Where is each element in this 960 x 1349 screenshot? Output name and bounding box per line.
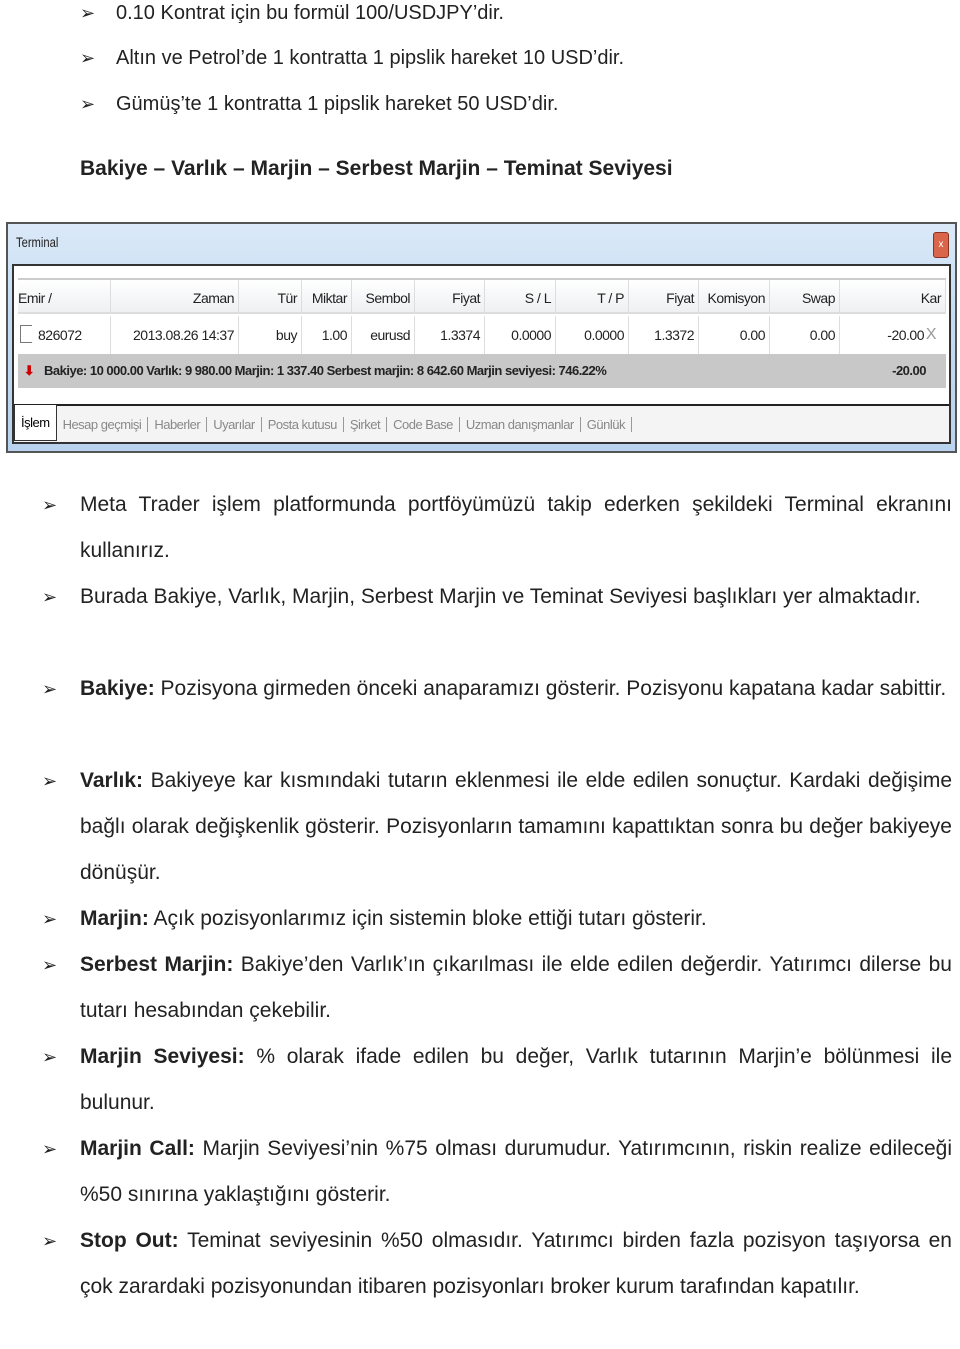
bullet-body: Pozisyona girmeden önceki anaparamızı gö… xyxy=(154,677,947,700)
summary-row: ⬇ Bakiye: 10 000.00 Varlık: 9 980.00 Mar… xyxy=(18,354,946,388)
column-header[interactable]: Kar xyxy=(840,280,946,312)
list-item: ➢ Stop Out: Teminat seviyesinin %50 olmas… xyxy=(42,1218,952,1310)
arrow-bullet-icon: ➢ xyxy=(42,955,58,975)
list-item: ➢ Varlık: Bakiyeye kar kısmındaki tutarın… xyxy=(42,758,952,896)
table-cell: 0.00 xyxy=(699,316,770,354)
arrow-bullet-icon: ➢ xyxy=(42,771,58,791)
bullet-term: Stop Out: xyxy=(80,1229,179,1252)
bullet-text: Meta Trader işlem platformunda portföyüm… xyxy=(80,482,952,574)
bullet-term: Marjin Seviyesi: xyxy=(80,1045,245,1068)
bullet-term: Marjin: xyxy=(80,907,149,930)
column-header[interactable]: Zaman xyxy=(111,280,239,312)
tab-0[interactable]: İşlem xyxy=(14,405,57,441)
list-item: ➢ Marjin Seviyesi: % olarak ifade edilen … xyxy=(42,1034,952,1126)
table-cell: 1.3374 xyxy=(415,316,485,354)
tab-4[interactable]: Posta kutusu xyxy=(262,416,344,432)
window-title: Terminal xyxy=(16,234,59,250)
tab-2[interactable]: Haberler xyxy=(148,416,208,432)
bullet-text: Bakiye: Pozisyona girmeden önceki anapar… xyxy=(80,666,952,712)
terminal-window: Terminal x Emir / Zaman Tür Miktar Sembol Fiy… xyxy=(6,222,957,453)
bullet-text: Varlık: Bakiyeye kar kısmındaki tutarın … xyxy=(80,758,952,896)
bullet-text: Gümüş’te 1 kontratta 1 pipslik hareket 5… xyxy=(116,92,559,115)
list-item: ➢ Altın ve Petrol’de 1 kontratta 1 pipsli… xyxy=(80,45,624,71)
tab-6[interactable]: Code Base xyxy=(387,416,460,432)
bullet-body: Burada Bakiye, Varlık, Marjin, Serbest M… xyxy=(80,585,921,608)
column-header[interactable]: Emir / xyxy=(18,280,111,312)
bullet-body: Marjin Seviyesi’nin %75 olması durumudur… xyxy=(80,1137,953,1206)
list-item: ➢ Meta Trader işlem platformunda portföyü… xyxy=(42,482,952,574)
bullet-body: Meta Trader işlem platformunda portföyüm… xyxy=(80,493,952,562)
arrow-bullet-icon: ➢ xyxy=(42,1231,58,1251)
table-header: Emir / Zaman Tür Miktar Sembol Fiyat S / LT / … xyxy=(18,278,946,314)
table-cell: 1.00 xyxy=(302,316,352,354)
table-cell: eurusd xyxy=(352,316,415,354)
bullet-text: Marjin: Açık pozisyonlarımız için sistem… xyxy=(80,896,952,942)
column-header[interactable]: Fiyat xyxy=(415,280,485,312)
account-summary: Bakiye: 10 000.00 Varlık: 9 980.00 Marji… xyxy=(44,363,607,378)
arrow-bullet-icon: ➢ xyxy=(42,495,58,515)
bullet-text: 0.10 Kontrat için bu formül 100/USDJPY’d… xyxy=(116,1,504,24)
column-header[interactable]: S / L xyxy=(485,280,556,312)
bullet-text: Stop Out: Teminat seviyesinin %50 olması… xyxy=(80,1218,952,1310)
table-row[interactable]: 826072 2013.08.26 14:37 buy 1.00 eurusd 1.337… xyxy=(18,316,946,354)
table-cell: 1.3372 xyxy=(629,316,699,354)
close-order-icon[interactable]: X xyxy=(926,316,940,354)
column-header[interactable]: T / P xyxy=(556,280,629,312)
close-button[interactable]: x xyxy=(933,232,949,258)
bullet-body: Bakiyeye kar kısmındaki tutarın eklenmes… xyxy=(80,769,952,884)
arrow-bullet-icon: ➢ xyxy=(42,679,58,699)
bullet-term: Serbest Marjin: xyxy=(80,953,234,976)
list-item: ➢ Marjin Call: Marjin Seviyesi’nin %75 ol… xyxy=(42,1126,952,1218)
bullet-text: Marjin Call: Marjin Seviyesi’nin %75 olm… xyxy=(80,1126,952,1218)
list-item: ➢ Gümüş’te 1 kontratta 1 pipslik hareket … xyxy=(80,91,558,117)
list-item: ➢ Marjin: Açık pozisyonlarımız için siste… xyxy=(42,896,952,942)
section-heading: Bakiye – Varlık – Marjin – Serbest Marji… xyxy=(80,157,673,180)
column-header[interactable]: Fiyat xyxy=(629,280,699,312)
arrow-bullet-icon: ➢ xyxy=(80,47,96,68)
arrow-bullet-icon: ➢ xyxy=(42,909,58,929)
bullet-term: Marjin Call: xyxy=(80,1137,195,1160)
tab-1[interactable]: Hesap geçmişi xyxy=(57,416,149,432)
bullet-text: Marjin Seviyesi: % olarak ifade edilen b… xyxy=(80,1034,952,1126)
table-cell: 0.0000 xyxy=(556,316,629,354)
table-cell: 0.0000 xyxy=(485,316,556,354)
summary-profit: -20.00 xyxy=(892,363,926,378)
terminal-panel: Emir / Zaman Tür Miktar Sembol Fiyat S / LT / … xyxy=(12,264,951,444)
table-cell: buy xyxy=(239,316,302,354)
arrow-bullet-icon: ➢ xyxy=(42,587,58,607)
tab-5[interactable]: Şirket xyxy=(344,416,388,432)
order-icon xyxy=(20,325,32,343)
bullet-body: Teminat seviyesinin %50 olmasıdır. Yatır… xyxy=(80,1229,952,1298)
arrow-bullet-icon: ➢ xyxy=(42,1139,58,1159)
tab-8[interactable]: Günlük xyxy=(581,416,632,432)
bullet-text: Serbest Marjin: Bakiye’den Varlık’ın çık… xyxy=(80,942,952,1034)
bullet-text: Altın ve Petrol’de 1 kontratta 1 pipslik… xyxy=(116,46,625,69)
list-item: ➢ Serbest Marjin: Bakiye’den Varlık’ın çı… xyxy=(42,942,952,1034)
list-item: ➢ Burada Bakiye, Varlık, Marjin, Serbest … xyxy=(42,574,952,620)
column-header[interactable]: Tür xyxy=(239,280,302,312)
arrow-bullet-icon: ➢ xyxy=(80,2,96,23)
bullet-term: Varlık: xyxy=(80,769,144,792)
bullet-body: Açık pozisyonlarımız için sistemin bloke… xyxy=(148,907,707,930)
tab-3[interactable]: Uyarılar xyxy=(207,416,262,432)
arrow-down-icon: ⬇ xyxy=(23,363,35,378)
column-header[interactable]: Swap xyxy=(770,280,840,312)
arrow-bullet-icon: ➢ xyxy=(42,1047,58,1067)
list-item: ➢ 0.10 Kontrat için bu formül 100/USDJPY’… xyxy=(80,0,504,26)
table-cell: 2013.08.26 14:37 xyxy=(111,316,239,354)
column-header[interactable]: Miktar xyxy=(302,280,352,312)
tab-7[interactable]: Uzman danışmanlar xyxy=(460,416,581,432)
bullet-text: Burada Bakiye, Varlık, Marjin, Serbest M… xyxy=(80,574,952,620)
table-cell: 0.00 xyxy=(770,316,840,354)
column-header[interactable]: Komisyon xyxy=(699,280,770,312)
terminal-tabs: İşlem Hesap geçmişi Haberler Uyarılar Posta … xyxy=(14,404,949,442)
list-item: ➢ Bakiye: Pozisyona girmeden önceki anapa… xyxy=(42,666,952,712)
bullet-term: Bakiye: xyxy=(80,677,155,700)
arrow-bullet-icon: ➢ xyxy=(80,93,96,114)
column-header[interactable]: Sembol xyxy=(352,280,415,312)
